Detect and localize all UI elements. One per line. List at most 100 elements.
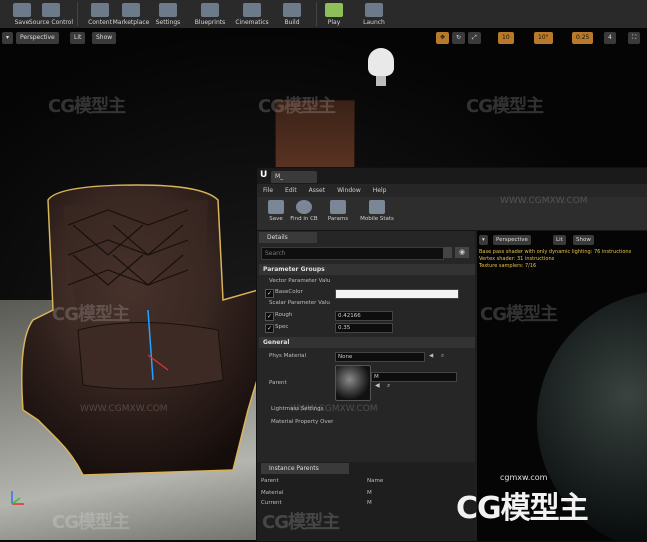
parent-column-header: Parent — [261, 478, 279, 484]
rough-row: ✓ Rough 0.42166 — [259, 310, 481, 321]
parent-material-thumbnail[interactable] — [335, 365, 371, 401]
parent-use-selected-icon[interactable]: ◀ — [375, 382, 380, 389]
watermark-logo: CG模型主 — [466, 96, 544, 117]
mobile-stats-icon — [369, 200, 385, 214]
watermark-logo: CG模型主 — [480, 304, 558, 325]
table-row-parent[interactable]: Material — [261, 490, 283, 496]
parameter-groups-label: Parameter Groups — [263, 266, 325, 273]
stats-line: Vertex shader: 31 instructions — [479, 256, 555, 262]
find-in-cb-button[interactable]: Find in CB — [287, 199, 321, 229]
play-icon — [325, 3, 343, 17]
editor-menu-bar: File Edit Asset Window Help — [257, 184, 647, 197]
cinematics-label: Cinematics — [235, 19, 269, 26]
play-button[interactable]: Play — [312, 0, 356, 28]
parent-browse-icon[interactable]: ⌕ — [387, 382, 390, 390]
point-light-icon[interactable] — [368, 48, 394, 76]
use-selected-arrow-icon[interactable]: ◀ — [429, 351, 433, 362]
spec-checkbox[interactable]: ✓ — [265, 324, 274, 333]
content-icon — [91, 3, 109, 17]
details-panel: Details Search ◉ Parameter Groups Vector… — [257, 231, 475, 465]
instance-parents-tab[interactable]: Instance Parents — [261, 463, 349, 474]
menu-window[interactable]: Window — [337, 187, 361, 194]
spec-row: ✓ Spec 0.35 — [259, 322, 481, 333]
base-color-checkbox[interactable]: ✓ — [265, 289, 274, 298]
maximize-viewport-icon[interactable]: ⛶ — [628, 32, 641, 44]
scalar-params-label: Scalar Parameter Valu — [269, 300, 330, 306]
brand-logo: CG模型主 — [456, 491, 589, 526]
viewport-toolbar: ▾ Perspective Lit Show ✥ ↻ ⤢ 10 10° 0.25… — [0, 32, 647, 46]
menu-file[interactable]: File — [263, 187, 273, 194]
spec-value-field[interactable]: 0.35 — [335, 323, 393, 333]
armchair-mesh[interactable] — [18, 180, 268, 480]
table-row-parent[interactable]: Current — [261, 500, 282, 506]
params-button[interactable]: Params — [321, 199, 355, 229]
camera-speed-value[interactable]: 4 — [604, 32, 616, 44]
watermark-logo: CG模型主 — [48, 96, 126, 117]
marketplace-label: Marketplace — [112, 19, 150, 26]
material-property-row[interactable]: Material Property Over — [261, 417, 483, 428]
scalar-params-group[interactable]: Scalar Parameter Valu — [259, 298, 481, 309]
source-control-icon — [42, 3, 60, 17]
translate-tool-icon[interactable]: ✥ — [436, 32, 450, 44]
preview-perspective-button[interactable]: Perspective — [493, 235, 531, 245]
mobile-stats-button[interactable]: Mobile Stats — [357, 199, 397, 229]
general-label: General — [263, 339, 290, 346]
perspective-button[interactable]: Perspective — [16, 32, 59, 44]
vector-params-group[interactable]: Vector Parameter Valu — [259, 276, 481, 287]
params-icon — [330, 200, 346, 214]
menu-edit[interactable]: Edit — [285, 187, 297, 194]
parent-material-dropdown[interactable]: M — [371, 372, 457, 382]
preview-show-button[interactable]: Show — [573, 235, 594, 245]
preview-options-button[interactable]: ▾ — [479, 235, 488, 245]
menu-asset[interactable]: Asset — [309, 187, 325, 194]
point-light-base — [376, 76, 386, 86]
view-options-icon[interactable]: ◉ — [455, 247, 469, 258]
blueprints-button[interactable]: Blueprints — [188, 0, 232, 28]
launch-button[interactable]: Launch — [352, 0, 396, 28]
build-button[interactable]: Build — [270, 0, 314, 28]
scale-snap-value[interactable]: 0.25 — [572, 32, 594, 44]
launch-label: Launch — [363, 19, 385, 26]
details-tab[interactable]: Details — [259, 232, 317, 243]
parameter-groups-section[interactable]: Parameter Groups — [259, 264, 475, 275]
params-label: Params — [327, 216, 349, 222]
source-control-button[interactable]: Source Control — [28, 0, 74, 28]
editor-toolbar: Save Find in CB Params Mobile Stats — [257, 197, 647, 231]
preview-lit-button[interactable]: Lit — [553, 235, 566, 245]
phys-material-label: Phys Material — [269, 353, 307, 359]
show-button[interactable]: Show — [92, 32, 117, 44]
name-column-header: Name — [367, 478, 384, 484]
settings-button[interactable]: Settings — [150, 0, 186, 28]
scale-tool-icon[interactable]: ⤢ — [468, 32, 481, 44]
table-row-name[interactable]: M — [367, 500, 372, 506]
marketplace-button[interactable]: Marketplace — [108, 0, 154, 28]
watermark-url: WWW.CGMXW.COM — [80, 404, 168, 414]
rough-checkbox[interactable]: ✓ — [265, 312, 274, 321]
watermark-logo: CG模型主 — [52, 304, 130, 325]
editor-tab[interactable]: M_ — [271, 171, 317, 183]
stats-line: Base pass shader with only dynamic light… — [479, 249, 632, 255]
phys-material-row: Phys Material None ◀ ⌕ — [259, 351, 481, 362]
phys-material-dropdown[interactable]: None — [335, 352, 425, 362]
build-icon — [283, 3, 301, 17]
rotate-tool-icon[interactable]: ↻ — [452, 32, 466, 44]
find-in-cb-label: Find in CB — [290, 216, 318, 222]
cinematics-button[interactable]: Cinematics — [230, 0, 274, 28]
property-matrix-icon[interactable] — [443, 247, 452, 258]
table-row-name[interactable]: M — [367, 490, 372, 496]
mobile-stats-label: Mobile Stats — [360, 216, 394, 222]
viewport-options-button[interactable]: ▾ — [2, 32, 14, 44]
general-section[interactable]: General — [259, 337, 475, 348]
details-search-input[interactable]: Search — [261, 247, 444, 260]
world-axis-indicator — [11, 491, 24, 505]
rough-value-field[interactable]: 0.42166 — [335, 311, 393, 321]
menu-help[interactable]: Help — [373, 187, 387, 194]
lit-button[interactable]: Lit — [70, 32, 86, 44]
rotation-snap-value[interactable]: 10° — [534, 32, 553, 44]
settings-label: Settings — [155, 19, 181, 26]
grid-snap-value[interactable]: 10 — [498, 32, 514, 44]
unreal-logo-icon: U — [260, 170, 268, 180]
browse-search-icon[interactable]: ⌕ — [441, 351, 444, 362]
play-label: Play — [327, 19, 341, 26]
launch-icon — [365, 3, 383, 17]
